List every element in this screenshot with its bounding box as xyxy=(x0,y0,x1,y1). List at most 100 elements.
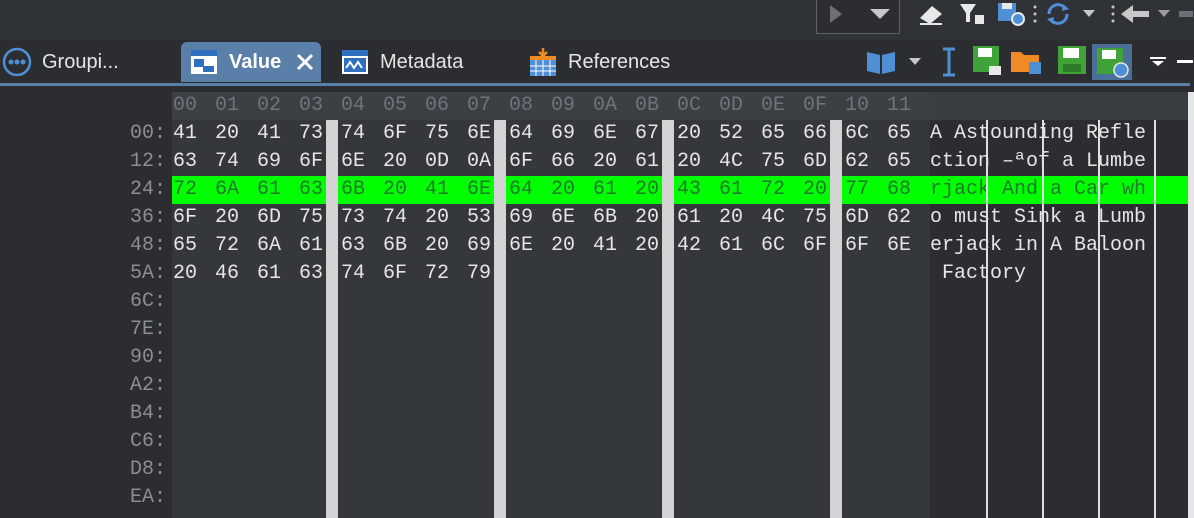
hex-byte[interactable]: 79 xyxy=(467,260,491,288)
close-icon[interactable] xyxy=(295,52,315,72)
forward-arrow-icon[interactable] xyxy=(1176,0,1194,28)
ascii-text[interactable]: erjack in A Baloon xyxy=(930,232,1146,260)
hex-byte[interactable]: 20 xyxy=(551,232,575,260)
hex-byte[interactable]: 20 xyxy=(677,148,701,176)
hex-byte[interactable]: 52 xyxy=(719,120,743,148)
filter-icon[interactable] xyxy=(956,0,988,28)
hex-byte[interactable]: 6F xyxy=(803,232,827,260)
sync-dropdown-icon[interactable] xyxy=(1080,0,1098,28)
hex-byte[interactable]: 0D xyxy=(425,148,449,176)
hex-row[interactable]: 63 74 69 6F 6E 20 0D 0A 6F 66 20 61 20 4C 75 6D 62 65 ctio… xyxy=(172,148,1188,176)
hex-byte[interactable]: 73 xyxy=(341,204,365,232)
hex-byte[interactable]: 64 xyxy=(509,120,533,148)
hex-byte[interactable]: 6B xyxy=(383,232,407,260)
hex-byte[interactable]: 72 xyxy=(215,232,239,260)
save-icon[interactable] xyxy=(970,46,1004,75)
hex-byte[interactable]: 62 xyxy=(887,204,911,232)
hex-byte[interactable]: 6C xyxy=(761,232,785,260)
sync-icon[interactable] xyxy=(1040,0,1076,28)
hex-row[interactable] xyxy=(172,372,1188,400)
hex-byte[interactable]: 20 xyxy=(635,176,659,204)
text-cursor-icon[interactable] xyxy=(936,47,962,77)
hex-byte[interactable]: 67 xyxy=(635,120,659,148)
tab-references[interactable]: References xyxy=(528,42,688,82)
hex-byte[interactable]: 72 xyxy=(761,176,785,204)
ascii-text[interactable]: o must Sink a Lumb xyxy=(930,204,1146,232)
hex-byte[interactable]: 63 xyxy=(173,148,197,176)
hex-byte[interactable]: 6F xyxy=(299,148,323,176)
hex-byte[interactable]: 46 xyxy=(215,260,239,288)
hex-byte[interactable]: 64 xyxy=(509,176,533,204)
hex-byte[interactable]: 6F xyxy=(383,260,407,288)
ascii-text[interactable]: ction –ªof a Lumbe xyxy=(930,148,1146,176)
chevron-down-icon[interactable] xyxy=(864,0,896,28)
hex-byte[interactable]: 63 xyxy=(299,176,323,204)
hex-byte[interactable]: 75 xyxy=(761,148,785,176)
hex-byte[interactable]: 20 xyxy=(215,120,239,148)
hex-byte[interactable]: 20 xyxy=(635,204,659,232)
hex-byte[interactable]: 43 xyxy=(677,176,701,204)
hex-byte[interactable]: 69 xyxy=(467,232,491,260)
back-arrow-icon[interactable] xyxy=(1118,0,1152,28)
hex-byte[interactable]: 66 xyxy=(803,120,827,148)
hex-row[interactable] xyxy=(172,316,1188,344)
hex-byte[interactable]: 74 xyxy=(383,204,407,232)
ascii-text[interactable]: rjack And a Car wh xyxy=(930,176,1146,204)
hex-byte[interactable]: 72 xyxy=(173,176,197,204)
open-folder-icon[interactable] xyxy=(1008,46,1044,74)
book-icon[interactable] xyxy=(864,48,898,76)
hex-byte[interactable]: 20 xyxy=(635,232,659,260)
hex-byte[interactable]: 6F xyxy=(845,232,869,260)
hex-byte[interactable]: 6E xyxy=(341,148,365,176)
hex-byte[interactable]: 61 xyxy=(593,176,617,204)
hex-row[interactable] xyxy=(172,344,1188,372)
hex-row[interactable]: 41 20 41 73 74 6F 75 6E 64 69 6E 67 20 52 65 66 6C 65 A As… xyxy=(172,120,1188,148)
save-settings-icon[interactable] xyxy=(994,0,1028,28)
hex-byte[interactable]: 41 xyxy=(257,120,281,148)
hex-byte[interactable]: 6A xyxy=(257,232,281,260)
hex-byte[interactable]: 62 xyxy=(845,148,869,176)
hex-row[interactable]: 6F 20 6D 75 73 74 20 53 69 6E 6B 20 61 20 4C 75 6D 62 o mu… xyxy=(172,204,1188,232)
hex-byte[interactable]: 77 xyxy=(845,176,869,204)
hex-byte[interactable]: 4C xyxy=(761,204,785,232)
overflow-dropdown-icon[interactable] xyxy=(1146,48,1170,76)
minimize-icon[interactable] xyxy=(1176,48,1194,76)
tab-value[interactable]: Value xyxy=(181,42,321,82)
hex-byte[interactable]: 65 xyxy=(887,148,911,176)
hex-editor[interactable]: 00 01 02 03 04 05 06 07 08 09 0A 0B 0C 0D 0E 0F 10 11 00:… xyxy=(0,92,1194,518)
hex-byte[interactable]: 61 xyxy=(257,176,281,204)
hex-byte[interactable]: 61 xyxy=(719,232,743,260)
hex-byte[interactable]: 20 xyxy=(593,148,617,176)
hex-byte[interactable]: 6D xyxy=(257,204,281,232)
hex-byte[interactable]: 6E xyxy=(509,232,533,260)
hex-byte[interactable]: 65 xyxy=(887,120,911,148)
hex-byte[interactable]: 20 xyxy=(551,176,575,204)
book-dropdown-icon[interactable] xyxy=(904,48,926,76)
hex-byte[interactable]: 6F xyxy=(383,120,407,148)
hex-byte[interactable]: 65 xyxy=(761,120,785,148)
hex-byte[interactable]: 6D xyxy=(845,204,869,232)
eraser-icon[interactable] xyxy=(914,0,948,28)
hex-byte[interactable]: 6B xyxy=(341,176,365,204)
hex-byte[interactable]: 6E xyxy=(887,232,911,260)
hex-byte[interactable]: 41 xyxy=(425,176,449,204)
hex-byte[interactable]: 74 xyxy=(341,260,365,288)
hex-byte[interactable]: 6F xyxy=(509,148,533,176)
play-icon[interactable] xyxy=(822,0,850,28)
hex-byte[interactable]: 6F xyxy=(173,204,197,232)
hex-byte[interactable]: 20 xyxy=(215,204,239,232)
hex-byte[interactable]: 69 xyxy=(509,204,533,232)
hex-row-highlighted[interactable]: 72 6A 61 63 6B 20 41 6E 64 20 61 20 43 61 72 20 77 68 rjac… xyxy=(172,176,1188,204)
hex-byte[interactable]: 6B xyxy=(593,204,617,232)
hex-byte[interactable]: 4C xyxy=(719,148,743,176)
hex-byte[interactable]: 68 xyxy=(887,176,911,204)
tab-metadata[interactable]: Metadata xyxy=(340,42,500,82)
hex-byte[interactable]: 20 xyxy=(173,260,197,288)
hex-byte[interactable]: 42 xyxy=(677,232,701,260)
hex-byte[interactable]: 20 xyxy=(425,204,449,232)
hex-byte[interactable]: 6E xyxy=(593,120,617,148)
hex-byte[interactable]: 61 xyxy=(719,176,743,204)
hex-byte[interactable]: 63 xyxy=(299,260,323,288)
hex-byte[interactable]: 69 xyxy=(257,148,281,176)
hex-byte[interactable]: 74 xyxy=(215,148,239,176)
